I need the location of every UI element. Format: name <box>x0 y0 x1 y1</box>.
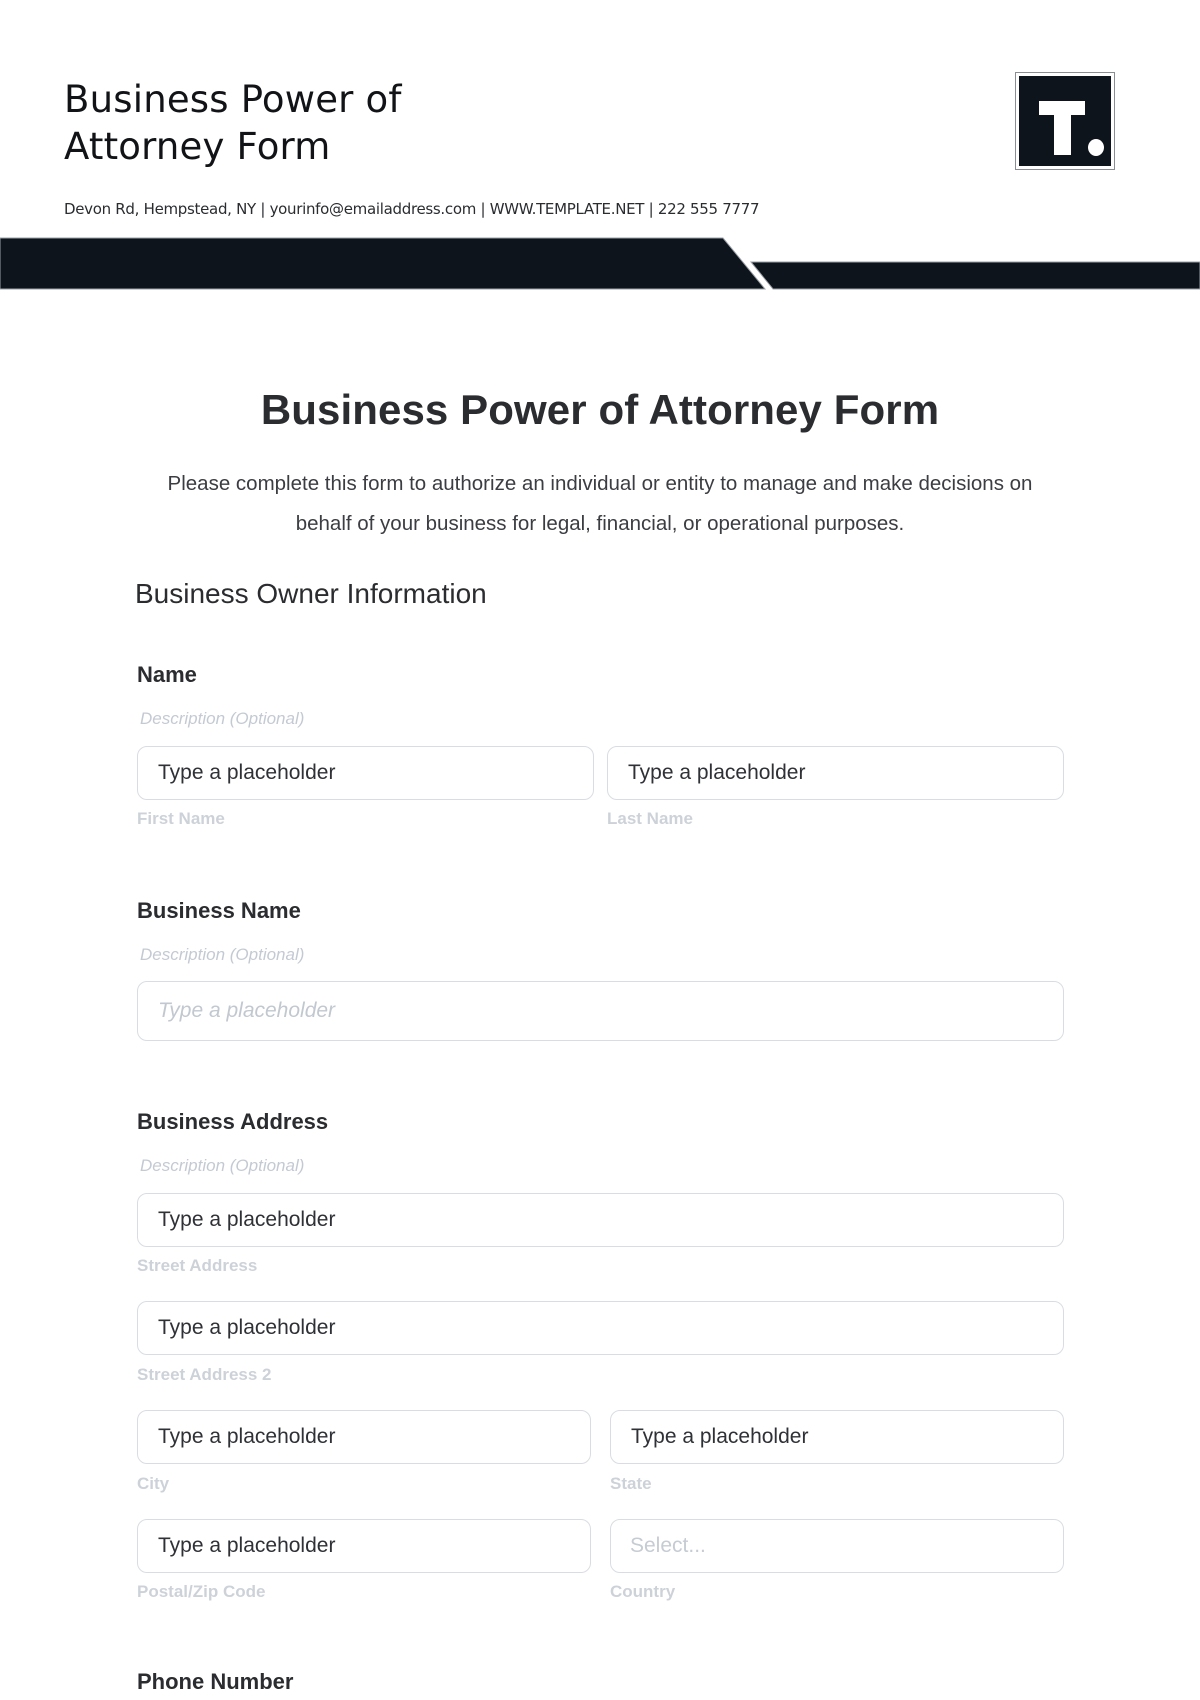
business-name-input[interactable]: Type a placeholder <box>137 981 1064 1041</box>
country-select-placeholder: Select... <box>630 1534 706 1557</box>
street-address-sublabel: Street Address <box>137 1256 258 1275</box>
last-name-value: Type a placeholder <box>628 761 806 784</box>
first-name-input[interactable]: Type a placeholder <box>137 746 594 800</box>
country-select[interactable]: Select... <box>610 1519 1064 1573</box>
section-title-business-owner: Business Owner Information <box>135 578 487 609</box>
state-value: Type a placeholder <box>631 1425 809 1448</box>
name-label: Name <box>137 662 197 687</box>
state-sublabel: State <box>610 1474 652 1493</box>
header-title-line-2: Attorney Form <box>64 125 331 168</box>
street-address-2-value: Type a placeholder <box>158 1316 336 1339</box>
first-name-value: Type a placeholder <box>158 761 336 784</box>
form-intro: Please complete this form to authorize a… <box>167 472 1033 535</box>
header-decorative-band <box>0 237 1200 290</box>
city-value: Type a placeholder <box>158 1425 336 1448</box>
city-sublabel: City <box>137 1474 170 1493</box>
postal-zip-input[interactable]: Type a placeholder <box>137 1519 591 1573</box>
city-input[interactable]: Type a placeholder <box>137 1410 591 1464</box>
street-address-2-sublabel: Street Address 2 <box>137 1365 272 1384</box>
postal-zip-value: Type a placeholder <box>158 1534 336 1557</box>
company-logo <box>1015 72 1115 170</box>
logo-t-icon <box>1019 76 1111 166</box>
first-name-sublabel: First Name <box>137 809 225 828</box>
country-sublabel: Country <box>610 1582 676 1601</box>
phone-number-label: Phone Number <box>137 1669 294 1694</box>
business-name-label: Business Name <box>137 898 301 923</box>
document-header-title: Business Power of Attorney Form <box>64 76 402 170</box>
last-name-sublabel: Last Name <box>607 809 693 828</box>
business-name-placeholder: Type a placeholder <box>158 999 336 1022</box>
business-address-label: Business Address <box>137 1109 329 1134</box>
street-address-value: Type a placeholder <box>158 1208 336 1231</box>
business-name-description: Description (Optional) <box>140 945 305 964</box>
street-address-2-input[interactable]: Type a placeholder <box>137 1301 1064 1355</box>
name-description: Description (Optional) <box>140 709 305 728</box>
state-input[interactable]: Type a placeholder <box>610 1410 1064 1464</box>
last-name-input[interactable]: Type a placeholder <box>607 746 1064 800</box>
business-address-description: Description (Optional) <box>140 1156 305 1175</box>
street-address-input[interactable]: Type a placeholder <box>137 1193 1064 1247</box>
postal-zip-sublabel: Postal/Zip Code <box>137 1582 266 1601</box>
header-title-line-1: Business Power of <box>64 78 402 121</box>
header-contact-info: Devon Rd, Hempstead, NY | yourinfo@email… <box>64 200 760 218</box>
form-title: Business Power of Attorney Form <box>260 386 940 433</box>
